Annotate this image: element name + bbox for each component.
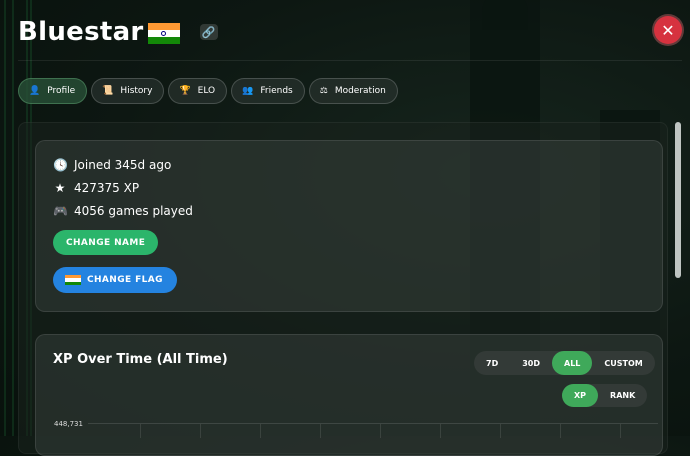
- gamepad-icon: 🎮: [53, 204, 68, 218]
- copy-link-button[interactable]: 🔗: [199, 24, 218, 40]
- friends-icon: 👥: [242, 86, 254, 96]
- change-flag-label: CHANGE FLAG: [87, 275, 163, 285]
- joined-text: Joined 345d ago: [74, 158, 172, 172]
- tab-profile[interactable]: 👤 Profile: [18, 78, 88, 104]
- range-custom-button[interactable]: CUSTOM: [592, 351, 654, 375]
- metric-rank-button[interactable]: RANK: [598, 384, 647, 407]
- india-flag-icon: [65, 274, 81, 286]
- change-name-button[interactable]: CHANGE NAME: [53, 230, 159, 255]
- range-label: CUSTOM: [604, 358, 643, 368]
- profile-tabs: 👤 Profile 📜 History 🏆 ELO 👥 Friends ⚖ Mo…: [18, 78, 398, 104]
- player-name: Bluestar: [18, 17, 144, 47]
- chart-title: XP Over Time (All Time): [53, 352, 228, 367]
- tab-moderation[interactable]: ⚖ Moderation: [308, 78, 398, 104]
- india-flag-icon: [147, 22, 180, 44]
- metric-label: RANK: [610, 391, 636, 400]
- xp-row: ★ 427375 XP: [53, 180, 139, 196]
- scroll-icon: 📜: [102, 86, 114, 96]
- metric-label: XP: [574, 391, 587, 400]
- tab-label: History: [120, 86, 153, 96]
- tab-label: Moderation: [334, 86, 386, 96]
- y-axis-tick: 448,731: [54, 420, 83, 428]
- range-label: ALL: [564, 358, 581, 368]
- close-button[interactable]: ✕: [654, 16, 682, 44]
- star-icon: ★: [54, 181, 66, 195]
- metric-xp-button[interactable]: XP: [562, 384, 599, 407]
- range-all-button[interactable]: ALL: [552, 351, 593, 375]
- tab-label: Friends: [260, 86, 293, 96]
- games-row: 🎮 4056 games played: [53, 203, 193, 219]
- range-7d-button[interactable]: 7D: [474, 351, 510, 375]
- tab-friends[interactable]: 👥 Friends: [231, 78, 305, 104]
- trophy-icon: 🏆: [179, 86, 191, 96]
- link-icon: 🔗: [201, 25, 216, 39]
- gavel-icon: ⚖: [319, 86, 328, 96]
- xp-text: 427375 XP: [74, 181, 140, 195]
- tab-elo[interactable]: 🏆 ELO: [168, 78, 228, 104]
- close-icon: ✕: [661, 20, 675, 40]
- change-flag-button[interactable]: CHANGE FLAG: [53, 267, 177, 293]
- scrollbar-thumb[interactable]: [675, 122, 681, 278]
- change-name-label: CHANGE NAME: [66, 237, 146, 248]
- joined-row: 🕓 Joined 345d ago: [53, 157, 171, 173]
- games-text: 4056 games played: [74, 204, 193, 218]
- user-icon: 👤: [29, 86, 41, 96]
- metric-selector: XP RANK: [562, 384, 648, 407]
- tab-label: Profile: [47, 86, 76, 96]
- panel-scrollbar[interactable]: [674, 122, 682, 442]
- header-divider: [18, 60, 682, 61]
- range-30d-button[interactable]: 30D: [510, 351, 552, 375]
- range-label: 7D: [486, 358, 499, 368]
- time-range-selector: 7D 30D ALL CUSTOM: [474, 351, 655, 375]
- tab-label: ELO: [197, 86, 216, 96]
- clock-icon: 🕓: [53, 158, 68, 172]
- range-label: 30D: [522, 358, 540, 368]
- tab-history[interactable]: 📜 History: [91, 78, 165, 104]
- chart-gridline: [88, 423, 658, 424]
- profile-header: Bluestar 🔗: [18, 14, 218, 50]
